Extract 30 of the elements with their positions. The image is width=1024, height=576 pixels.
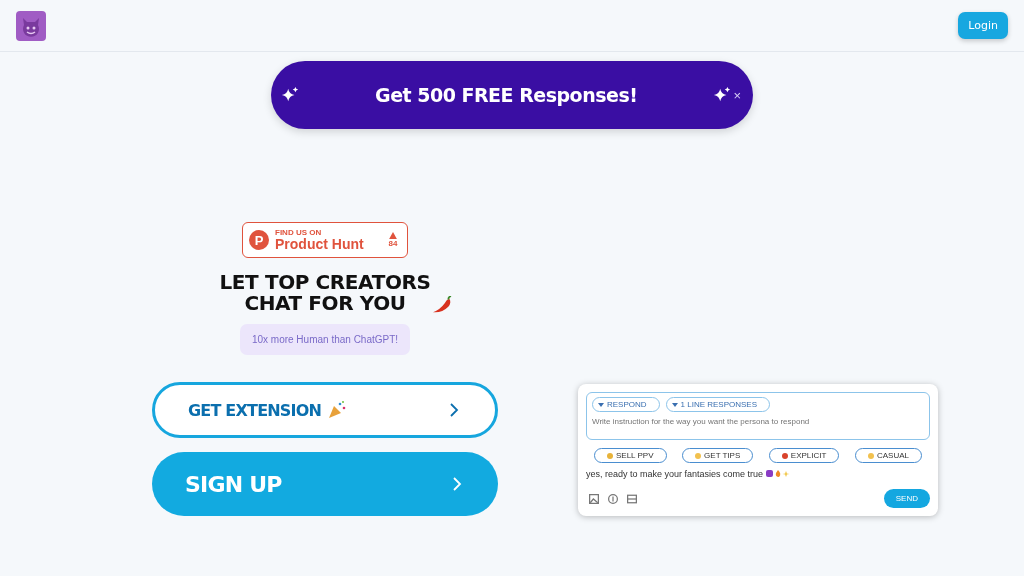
preset-button[interactable]: SELL PPV	[594, 448, 667, 463]
tagline-pill: 10x more Human than ChatGPT!	[239, 324, 411, 355]
headline: CHAT FOR YOU	[244, 293, 406, 314]
emoji-icon	[695, 452, 702, 459]
caret-icon	[671, 402, 678, 407]
preset-button[interactable]: EXPLICIT	[768, 448, 840, 463]
emoji-icon	[781, 452, 788, 459]
preset-button[interactable]: GET TIPS	[682, 448, 754, 463]
reply-message: yes, ready to make your fantasies come true	[586, 469, 764, 479]
headline: LET TOP CREATORS	[219, 272, 431, 293]
badge-eyebrow: FIND US ON	[275, 228, 323, 237]
chevron-right-icon	[452, 476, 462, 492]
promo-banner[interactable]: Get 500 FREE Responses! ×	[271, 61, 753, 129]
close-button[interactable]: ×	[731, 87, 743, 103]
instruction-box[interactable]: RESPOND 1 LINE RESPONSES Write instruction for the way you want the persona to respond	[586, 392, 930, 440]
party-popper-icon	[327, 400, 348, 420]
emoji-icon	[607, 452, 613, 459]
image-icon[interactable]	[589, 493, 599, 504]
product-hunt-logo: P	[249, 230, 269, 250]
devil-logo-icon[interactable]	[16, 10, 46, 41]
vote-count: 84	[388, 239, 398, 248]
chevron-right-icon	[449, 402, 459, 418]
extension-button[interactable]: GET EXTENSION	[152, 382, 498, 438]
caret-icon	[598, 402, 604, 407]
gallery-icon[interactable]	[627, 493, 637, 504]
preset-button[interactable]: CASUAL	[854, 448, 922, 463]
upvote-icon	[389, 232, 397, 239]
badge-title: Product Hunt	[275, 237, 365, 252]
banner-text: Get 500 FREE Responses!	[375, 84, 638, 106]
emoji-icon	[867, 452, 874, 459]
